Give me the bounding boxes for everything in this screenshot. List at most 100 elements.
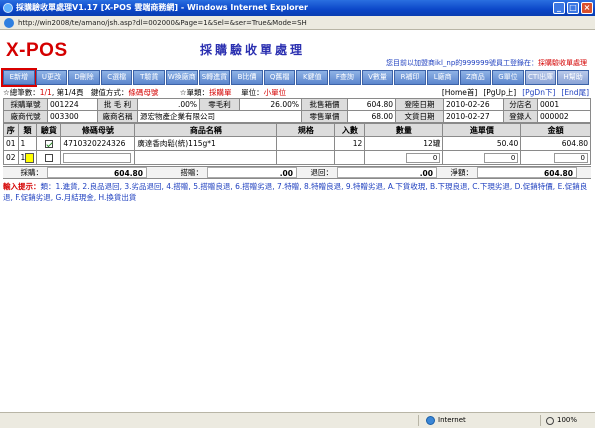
branch-value[interactable]: 0001: [537, 98, 591, 111]
operator-label: 登錄人: [503, 110, 538, 123]
retail-price-label: 零售單價: [301, 110, 348, 123]
select-file-button[interactable]: C選檔: [100, 70, 133, 85]
status-bar: Internet 100%: [0, 412, 595, 428]
new-spec: [276, 150, 336, 165]
branch-label: 分店名: [503, 98, 538, 111]
vendor-code[interactable]: 003300: [47, 110, 98, 123]
vendor-button[interactable]: L廠商: [426, 70, 459, 85]
compare-price-button[interactable]: B比價: [231, 70, 263, 85]
login-date[interactable]: 2010-02-26: [443, 98, 504, 111]
operator-value[interactable]: 000002: [537, 110, 591, 123]
first-page-link[interactable]: [Home首]: [442, 87, 478, 98]
qty-input[interactable]: 0: [406, 152, 441, 163]
last-page-link[interactable]: [End尾]: [561, 87, 589, 98]
po-number[interactable]: 001224: [47, 98, 98, 111]
col-spec: 規格: [276, 123, 336, 137]
outbound-button[interactable]: CTI出庫: [524, 70, 557, 85]
retail-margin-label: 零毛利: [199, 98, 240, 111]
to-receipt-button[interactable]: S轉進貨: [198, 70, 231, 85]
retail-margin[interactable]: 26.00%: [239, 98, 302, 111]
col-class: 類: [17, 123, 38, 137]
window-title: 採購驗收單處理V1.17 [X-POS 雲端商務網] - Windows Int…: [16, 3, 308, 12]
security-zone[interactable]: Internet: [426, 413, 466, 428]
row-qty: 12罐: [364, 136, 444, 151]
gift-label: 搭贈：: [180, 168, 204, 177]
new-seq: 02: [3, 150, 19, 165]
query-button[interactable]: F查詢: [329, 70, 361, 85]
unit-button[interactable]: G單位: [492, 70, 524, 85]
new-barcode: [60, 150, 136, 165]
inspect-checkbox[interactable]: [44, 140, 53, 148]
status-divider: [418, 415, 419, 426]
pager: [Home首] [PgUp上] [PgDn下] [End尾]: [442, 87, 589, 98]
col-qty-in: 入數: [334, 123, 366, 137]
delivery-date[interactable]: 2010-02-27: [443, 110, 504, 123]
hint-label: 輸入提示：: [3, 182, 41, 191]
po-number-label: 採購單號: [3, 98, 48, 111]
login-date-label: 登陸日期: [395, 98, 444, 111]
change-vendor-button[interactable]: W換廠商: [166, 70, 198, 85]
edit-button[interactable]: U更改: [35, 70, 68, 85]
new-entry-row[interactable]: 02 1 0 0 0: [3, 150, 591, 165]
key-button[interactable]: K鍵值: [296, 70, 329, 85]
row-product: 廣達香肉鬆(統)115g*1: [134, 136, 278, 151]
quantity-button[interactable]: V數量: [361, 70, 394, 85]
key-mode-label: 鍵值方式：: [90, 88, 129, 97]
table-row[interactable]: 01 1 4710320224326 廣達香肉鬆(統)115g*1 12 12罐…: [3, 136, 591, 151]
new-product: [134, 150, 278, 165]
amount-input[interactable]: 0: [554, 152, 588, 163]
price-input[interactable]: 0: [484, 152, 519, 163]
row-barcode: 4710320224326: [60, 136, 136, 151]
new-button[interactable]: E新增: [1, 68, 37, 87]
help-button[interactable]: H幫助: [557, 70, 589, 85]
window-title-bar: 採購驗收單處理V1.17 [X-POS 雲端商務網] - Windows Int…: [0, 0, 595, 16]
new-inspect-checkbox[interactable]: [44, 154, 53, 162]
delete-button[interactable]: D刪除: [68, 70, 100, 85]
unit-value[interactable]: 小單位: [264, 88, 287, 97]
magnifier-icon: [545, 416, 554, 425]
return-total: .00: [337, 167, 437, 178]
prev-page-link[interactable]: [PgUp上]: [483, 87, 516, 98]
col-seq: 序: [3, 123, 19, 137]
class-input[interactable]: [25, 152, 35, 163]
new-qty: 0: [364, 150, 444, 165]
vendor-name[interactable]: 源宏物產企業有限公司: [137, 110, 302, 123]
case-price[interactable]: 604.80: [347, 98, 396, 111]
reprint-button[interactable]: R補印: [394, 70, 426, 85]
retail-price[interactable]: 68.00: [347, 110, 396, 123]
maximize-button[interactable]: □: [567, 2, 579, 14]
input-hint: 輸入提示：類：1.進貨, 2.良品退回, 3.劣品退回, 4.搭贈, 5.搭贈良…: [3, 181, 591, 203]
login-notice: 您目前以加盟商ikl_np的999999號員工登錄在：採購驗收單處理: [386, 58, 587, 68]
batch-margin-label: 批 毛 利: [97, 98, 138, 111]
barcode-input[interactable]: [63, 152, 132, 163]
key-mode[interactable]: 條碼母號: [128, 88, 158, 97]
vendor-name-label: 廠商名稱: [97, 110, 138, 123]
doc-type[interactable]: 採購單: [209, 88, 232, 97]
address-bar[interactable]: http://win2008/te/amano/jsh.asp?dl=00200…: [0, 16, 595, 30]
doc-type-label: ☆單類：: [179, 88, 210, 97]
minimize-button[interactable]: _: [553, 2, 565, 14]
col-inspect: 驗貨: [36, 123, 62, 137]
ie-icon: [4, 18, 14, 28]
status-divider-2: [540, 415, 541, 426]
col-barcode: 條碼母號: [60, 123, 136, 137]
row-qty-in: 12: [334, 136, 366, 151]
inspect-button[interactable]: T驗貨: [133, 70, 166, 85]
col-product: 商品名稱: [134, 123, 278, 137]
order-info-table: 採購單號 001224 批 毛 利 .00% 零毛利 26.00% 批售箱價 6…: [3, 98, 591, 123]
purchase-total: 604.80: [47, 167, 147, 178]
next-page-link[interactable]: [PgDn下]: [522, 87, 555, 98]
app-icon: [3, 3, 13, 13]
return-label: 退回：: [310, 168, 334, 177]
close-button[interactable]: ×: [581, 2, 593, 14]
row-inspect: [36, 136, 62, 151]
notice-text: 您目前以加盟商ikl_np的999999號員工登錄在：: [385, 59, 538, 67]
old-file-button[interactable]: Q舊檔: [263, 70, 296, 85]
vendor-code-label: 廠商代號: [3, 110, 48, 123]
product-button[interactable]: Z商品: [459, 70, 492, 85]
logo: X-POS: [6, 40, 68, 61]
zoom-control[interactable]: 100%: [545, 413, 577, 428]
address-text[interactable]: http://win2008/te/amano/jsh.asp?dl=00200…: [18, 19, 307, 27]
total-label: ☆總筆數：: [3, 88, 40, 97]
batch-margin[interactable]: .00%: [137, 98, 200, 111]
